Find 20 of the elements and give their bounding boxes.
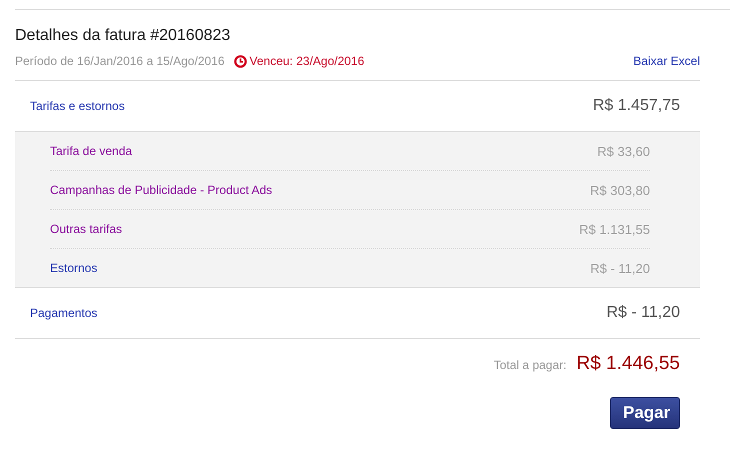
payments-amount: R$ - 11,20 <box>606 304 680 322</box>
charge-item-link[interactable]: Estornos <box>50 261 98 275</box>
charge-item-amount: R$ - 11,20 <box>590 260 650 276</box>
charge-item-link[interactable]: Campanhas de Publicidade - Product Ads <box>50 183 272 197</box>
download-excel-link[interactable]: Baixar Excel <box>633 53 700 69</box>
charge-item-amount: R$ 1.131,55 <box>579 222 650 236</box>
charges-amount: R$ 1.457,75 <box>592 97 680 115</box>
total-amount: R$ 1.446,55 <box>576 353 680 375</box>
period-text: Período de 16/Jan/2016 a 15/Ago/2016 <box>15 53 225 69</box>
due-date-text: Venceu: 23/Ago/2016 <box>250 53 364 69</box>
pay-button[interactable]: Pagar <box>610 397 680 429</box>
charge-item-link[interactable]: Outras tarifas <box>50 222 122 236</box>
clock-icon <box>234 54 247 68</box>
charges-link[interactable]: Tarifas e estornos <box>30 99 125 113</box>
charge-item-amount: R$ 33,60 <box>597 144 650 158</box>
invoice-title: Detalhes da fatura #20160823 <box>15 26 232 46</box>
payments-link[interactable]: Pagamentos <box>30 306 98 320</box>
charge-item-amount: R$ 303,80 <box>590 182 650 198</box>
total-label: Total a pagar: <box>494 358 566 372</box>
charge-item-link[interactable]: Tarifa de venda <box>50 144 132 158</box>
